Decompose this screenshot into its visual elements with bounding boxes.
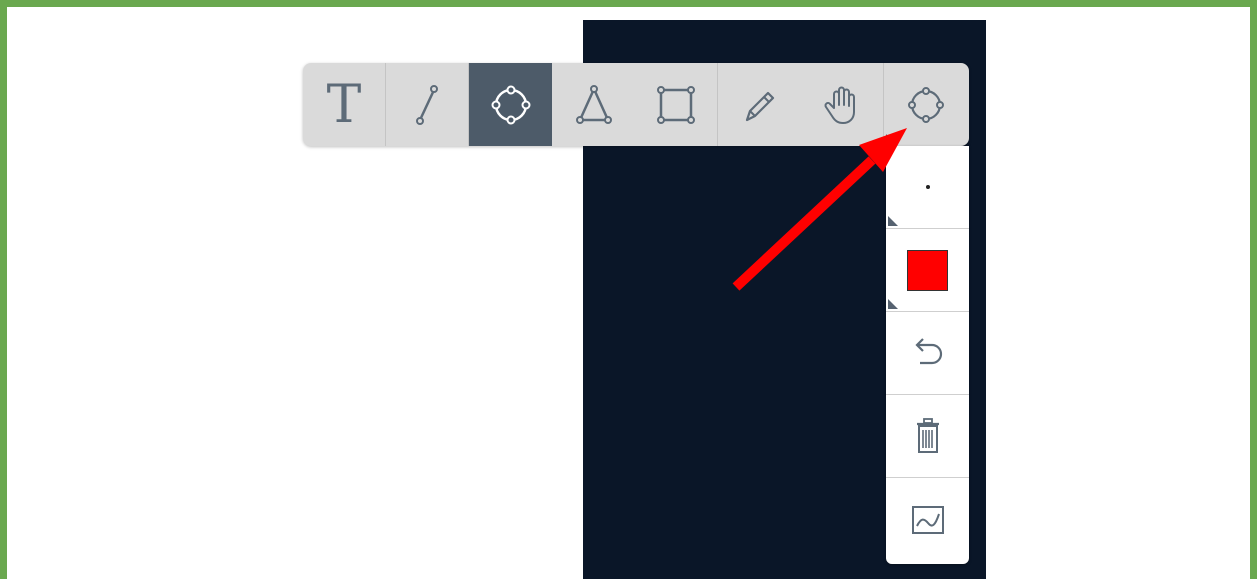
undo-button[interactable] (886, 312, 969, 395)
triangle-tool-button[interactable] (552, 63, 635, 146)
text-tool-button[interactable]: T (303, 63, 386, 146)
submenu-indicator-icon (888, 299, 898, 309)
line-tool-button[interactable] (386, 63, 469, 146)
pencil-tool-button[interactable] (718, 63, 801, 146)
pencil-tool-icon (745, 91, 774, 121)
drawing-toolbar: T (303, 63, 969, 146)
rectangle-tool-button[interactable] (635, 63, 718, 146)
stroke-width-button[interactable] (886, 146, 969, 229)
shape-selector-button[interactable] (884, 63, 967, 146)
rectangle-tool-icon (657, 85, 695, 124)
trash-icon (916, 418, 939, 453)
delete-button[interactable] (886, 395, 969, 478)
pan-tool-button[interactable] (801, 63, 884, 146)
triangle-tool-icon (575, 84, 612, 124)
text-tool-icon: T (326, 74, 362, 135)
line-tool-icon (416, 84, 438, 125)
circle-tool-icon (491, 85, 530, 124)
chart-type-button[interactable] (886, 478, 969, 561)
color-picker-button[interactable] (886, 229, 969, 312)
color-swatch (907, 249, 948, 291)
submenu-indicator-icon (888, 216, 898, 226)
stroke-width-dot-icon (925, 185, 930, 189)
shape-selector-icon (907, 86, 944, 123)
pan-hand-icon (824, 86, 855, 124)
tool-options-panel (886, 146, 969, 564)
circle-tool-button[interactable] (469, 63, 552, 146)
undo-icon (914, 338, 942, 365)
submenu-indicator-icon (886, 134, 896, 144)
chart-type-icon (911, 505, 944, 534)
